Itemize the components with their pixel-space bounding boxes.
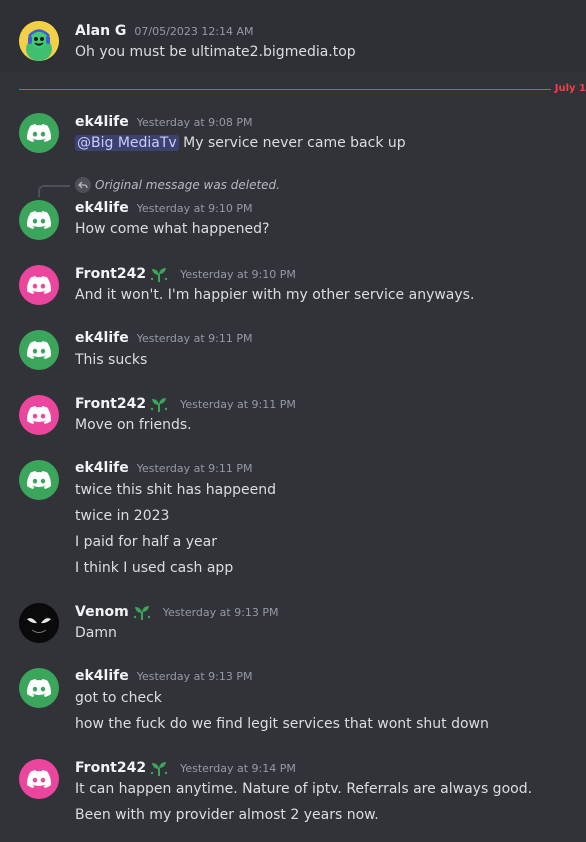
timestamp[interactable]: Yesterday at 9:10 PM xyxy=(180,268,296,281)
username[interactable]: Front242 xyxy=(75,760,146,776)
cartoon-avatar-icon xyxy=(19,21,59,61)
username[interactable]: ek4life xyxy=(75,200,129,216)
avatar[interactable] xyxy=(19,330,59,370)
message-text: Been with my provider almost 2 years now… xyxy=(75,807,379,823)
username[interactable]: Front242 xyxy=(75,266,146,282)
avatar[interactable] xyxy=(19,460,59,500)
username[interactable]: ek4life xyxy=(75,460,129,476)
message-text: How come what happened? xyxy=(75,221,270,237)
sprout-icon[interactable] xyxy=(149,395,169,413)
reply-reference: Original message was deleted. xyxy=(75,177,280,193)
timestamp[interactable]: Yesterday at 9:13 PM xyxy=(137,670,253,683)
venom-avatar-icon xyxy=(19,603,59,643)
username[interactable]: ek4life xyxy=(75,114,129,130)
new-messages-divider xyxy=(19,89,586,90)
username[interactable]: Front242 xyxy=(75,396,146,412)
discord-logo-icon xyxy=(27,770,51,788)
message-text: twice in 2023 xyxy=(75,508,170,524)
discord-logo-icon xyxy=(27,679,51,697)
user-mention[interactable]: @Big MediaTv xyxy=(75,135,179,151)
message-text: Move on friends. xyxy=(75,417,192,433)
timestamp[interactable]: Yesterday at 9:13 PM xyxy=(163,606,279,619)
timestamp[interactable]: 07/05/2023 12:14 AM xyxy=(134,25,253,38)
message-text: @Big MediaTv My service never came back … xyxy=(75,135,406,151)
username[interactable]: Alan G xyxy=(75,23,126,39)
timestamp[interactable]: Yesterday at 9:11 PM xyxy=(137,332,253,345)
username[interactable]: ek4life xyxy=(75,668,129,684)
message-text: It can happen anytime. Nature of iptv. R… xyxy=(75,781,533,797)
avatar[interactable] xyxy=(19,603,59,643)
message-text: Oh you must be ultimate2.bigmedia.top xyxy=(75,44,356,60)
avatar[interactable] xyxy=(19,21,59,61)
message-text: Damn xyxy=(75,625,117,641)
timestamp[interactable]: Yesterday at 9:08 PM xyxy=(137,116,253,129)
message-text: how the fuck do we find legit services t… xyxy=(75,716,489,732)
timestamp[interactable]: Yesterday at 9:14 PM xyxy=(180,762,296,775)
timestamp[interactable]: Yesterday at 9:11 PM xyxy=(137,462,253,475)
avatar[interactable] xyxy=(19,395,59,435)
message-0: Alan G 07/05/2023 12:14 AM Oh you must b… xyxy=(0,0,586,72)
discord-logo-icon xyxy=(27,341,51,359)
message-text: This sucks xyxy=(75,352,148,368)
reply-deleted-text: Original message was deleted. xyxy=(95,178,280,192)
message-text: I paid for half a year xyxy=(75,534,217,550)
avatar[interactable] xyxy=(19,668,59,708)
sprout-icon[interactable] xyxy=(132,603,152,621)
timestamp[interactable]: Yesterday at 9:10 PM xyxy=(137,202,253,215)
username[interactable]: Venom xyxy=(75,604,129,620)
username[interactable]: ek4life xyxy=(75,330,129,346)
discord-logo-icon xyxy=(27,471,51,489)
avatar[interactable] xyxy=(19,200,59,240)
message-text: And it won't. I'm happier with my other … xyxy=(75,287,475,303)
reply-connector xyxy=(38,185,70,197)
discord-logo-icon xyxy=(27,211,51,229)
avatar[interactable] xyxy=(19,113,59,153)
sprout-icon[interactable] xyxy=(149,759,169,777)
sprout-icon[interactable] xyxy=(149,265,169,283)
avatar[interactable] xyxy=(19,265,59,305)
discord-logo-icon xyxy=(27,406,51,424)
timestamp[interactable]: Yesterday at 9:11 PM xyxy=(180,398,296,411)
divider-date-label: July 1 xyxy=(550,83,586,94)
message-text: twice this shit has happeend xyxy=(75,482,276,498)
message-text: I think I used cash app xyxy=(75,560,234,576)
avatar[interactable] xyxy=(19,759,59,799)
message-text: got to check xyxy=(75,690,162,706)
discord-logo-icon xyxy=(27,276,51,294)
message-text-rest: My service never came back up xyxy=(178,135,406,151)
reply-icon xyxy=(75,177,91,193)
discord-logo-icon xyxy=(27,124,51,142)
